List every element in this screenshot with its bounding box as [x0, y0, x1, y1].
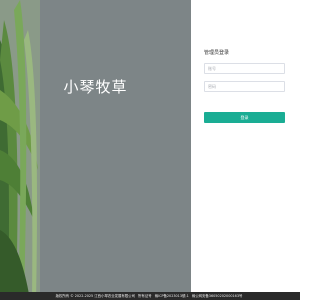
- footer-police-link[interactable]: 赣公网安备36050202000163号: [192, 294, 243, 298]
- login-panel: 管理员登录 登录: [191, 0, 300, 300]
- brand-title: 小琴牧草: [63, 78, 128, 96]
- login-button[interactable]: 登录: [204, 112, 285, 123]
- login-page: 小琴牧草 管理员登录 登录 版权所有 © 2022-2025 江西小琴农业发展有…: [0, 0, 300, 300]
- footer-icp-link[interactable]: 赣ICP备2023013號-1: [155, 294, 189, 298]
- username-input[interactable]: [204, 63, 285, 74]
- password-input[interactable]: [204, 81, 285, 92]
- grass-photo: [0, 0, 40, 300]
- footer-record-label: 所有证号: [138, 294, 152, 298]
- login-heading: 管理员登录: [204, 50, 230, 56]
- footer: 版权所有 © 2022-2025 江西小琴农业发展有限公司 所有证号 赣ICP备…: [0, 292, 300, 300]
- footer-copyright: 版权所有 © 2022-2025 江西小琴农业发展有限公司: [55, 294, 135, 298]
- hero-banner: 小琴牧草: [0, 0, 191, 300]
